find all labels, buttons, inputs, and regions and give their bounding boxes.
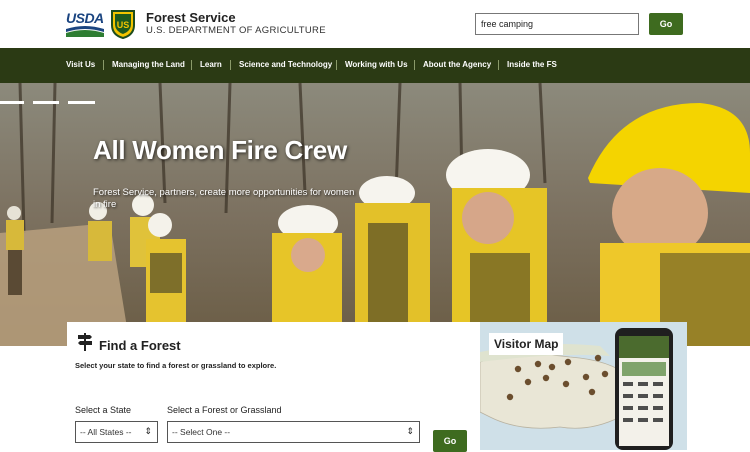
carousel-dot-3-active[interactable] (68, 101, 95, 104)
find-forest-title: Find a Forest (99, 338, 181, 353)
agency-subtitle: U.S. DEPARTMENT OF AGRICULTURE (146, 25, 326, 36)
forest-select[interactable]: -- Select One -- ⇕ (167, 421, 420, 443)
agency-name[interactable]: Forest Service (146, 10, 236, 25)
hero-photo-fire-crew (0, 83, 750, 346)
carousel-dot-2[interactable] (33, 101, 59, 104)
usda-logo-text: USDA (66, 10, 104, 26)
search-go-button[interactable]: Go (649, 13, 683, 35)
hero-subtitle: Forest Service, partners, create more op… (93, 187, 355, 210)
main-nav: Visit Us Managing the Land Learn Science… (0, 48, 750, 83)
nav-divider (191, 60, 192, 70)
visitor-map-panel[interactable]: Visitor Map (480, 322, 687, 450)
nav-item-managing-the-land[interactable]: Managing the Land (112, 60, 185, 69)
carousel-dot-1[interactable] (0, 101, 24, 104)
find-a-forest-panel: Find a Forest Select your state to find … (67, 322, 480, 450)
hero-title[interactable]: All Women Fire Crew (93, 135, 347, 166)
search-input[interactable] (475, 13, 639, 35)
site-header: USDA US Forest Service U.S. DEPARTMENT O… (0, 0, 750, 48)
find-forest-go-button[interactable]: Go (433, 430, 467, 452)
find-forest-description: Select your state to find a forest or gr… (75, 361, 277, 370)
nav-divider (230, 60, 231, 70)
forest-select-value: -- Select One -- (172, 427, 231, 437)
nav-divider (336, 60, 337, 70)
usda-swoosh-icon (66, 25, 104, 37)
forest-select-label: Select a Forest or Grassland (167, 405, 282, 415)
select-arrows-icon: ⇕ (144, 426, 152, 436)
nav-divider (414, 60, 415, 70)
state-select-value: -- All States -- (80, 427, 132, 437)
nav-divider (498, 60, 499, 70)
usda-logo[interactable]: USDA (66, 10, 104, 38)
nav-item-about-the-agency[interactable]: About the Agency (423, 60, 491, 69)
select-arrows-icon: ⇕ (406, 426, 414, 436)
state-select-label: Select a State (75, 405, 132, 415)
nav-item-working-with-us[interactable]: Working with Us (345, 60, 408, 69)
forest-service-shield-icon[interactable]: US (110, 9, 136, 39)
nav-item-science-and-technology[interactable]: Science and Technology (239, 60, 332, 69)
signpost-icon (78, 333, 92, 351)
svg-text:US: US (117, 20, 130, 30)
visitor-map-title[interactable]: Visitor Map (489, 333, 564, 355)
nav-item-visit-us[interactable]: Visit Us (66, 60, 95, 69)
nav-item-learn[interactable]: Learn (200, 60, 222, 69)
hero-carousel[interactable]: All Women Fire Crew Forest Service, part… (0, 83, 750, 346)
nav-divider (103, 60, 104, 70)
state-select[interactable]: -- All States -- ⇕ (75, 421, 158, 443)
nav-item-inside-the-fs[interactable]: Inside the FS (507, 60, 557, 69)
